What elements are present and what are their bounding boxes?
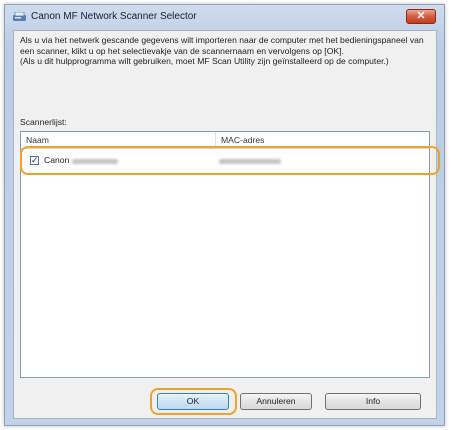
close-icon: ✕ [416, 10, 426, 22]
window-title: Canon MF Network Scanner Selector [31, 11, 197, 22]
scanner-list-label: Scannerlijst: [20, 117, 67, 127]
ok-button-highlight [150, 388, 237, 415]
cancel-button[interactable]: Annuleren [240, 393, 312, 410]
instructions-paragraph: Als u via het netwerk gescande gegevens … [20, 35, 424, 56]
instructions-note: (Als u dit hulpprogramma wilt gebruiken,… [20, 56, 389, 66]
title-bar[interactable]: Canon MF Network Scanner Selector ✕ [5, 5, 444, 29]
scanner-app-icon [13, 12, 26, 21]
instructions-text: Als u via het netwerk gescande gegevens … [20, 35, 432, 67]
close-button[interactable]: ✕ [406, 9, 436, 24]
info-button[interactable]: Info [325, 393, 421, 410]
scanner-selector-window: Canon MF Network Scanner Selector ✕ Als … [4, 4, 445, 426]
dialog-body: Als u via het netwerk gescande gegevens … [13, 30, 437, 419]
scanner-row-highlight [20, 146, 440, 175]
